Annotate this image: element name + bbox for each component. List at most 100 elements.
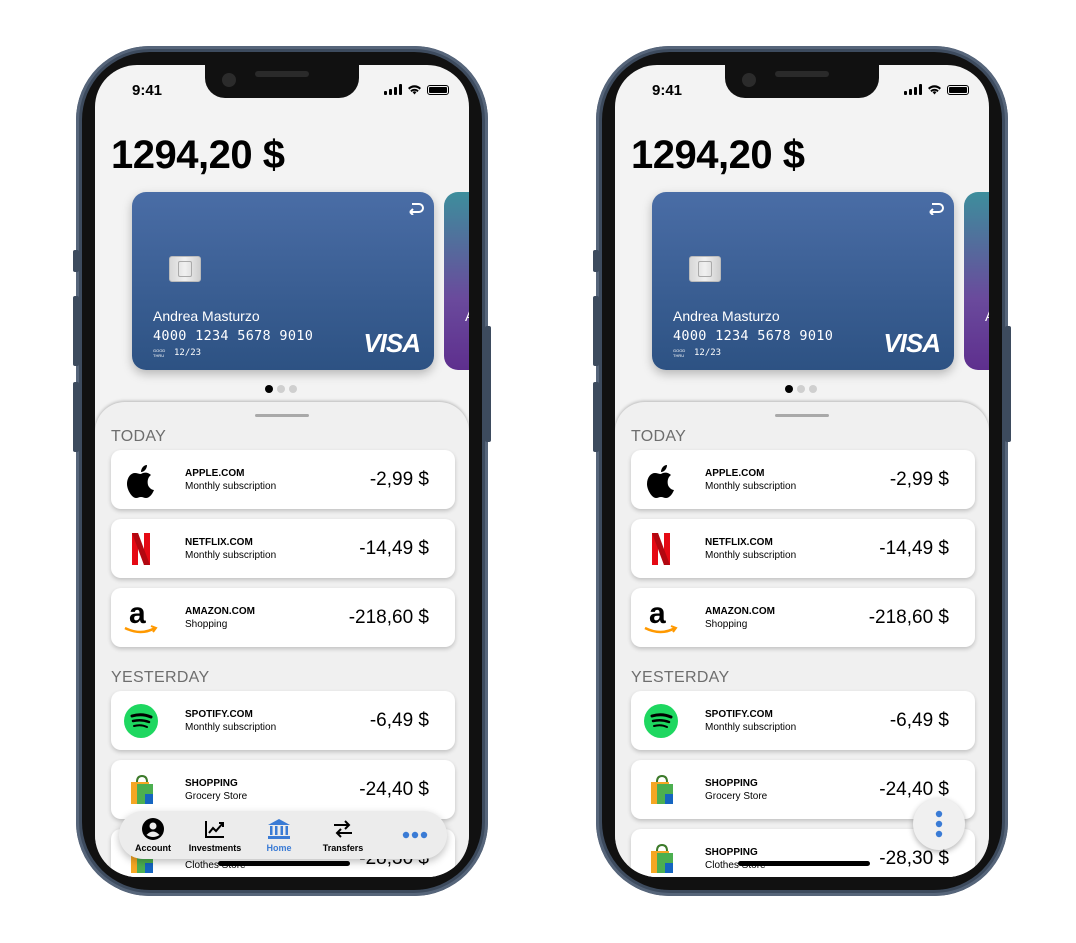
notch xyxy=(205,65,359,98)
bank-icon xyxy=(249,817,309,841)
section-yesterday: YESTERDAY xyxy=(631,669,730,686)
page-dot[interactable] xyxy=(809,385,817,393)
tab-home[interactable]: Home xyxy=(249,817,309,853)
transaction-row[interactable]: a AMAZON.COM Shopping -218,60 $ xyxy=(111,588,455,647)
merchant-name: AMAZON.COM xyxy=(705,606,775,617)
status-time: 9:41 xyxy=(652,82,683,99)
tab-investments[interactable]: Investments xyxy=(185,817,245,853)
volume-up-button xyxy=(593,296,599,366)
transaction-description: Grocery Store xyxy=(705,791,768,802)
card-brand: VISA xyxy=(363,328,421,358)
wifi-icon xyxy=(408,85,421,95)
transaction-amount: -2,99 $ xyxy=(889,469,949,490)
page-dot[interactable] xyxy=(265,385,273,393)
transaction-row[interactable]: SPOTIFY.COM Monthly subscription -6,49 $ xyxy=(111,691,455,750)
transaction-row[interactable]: NETFLIX.COM Monthly subscription -14,49 … xyxy=(111,519,455,578)
card-number: 4000 1234 5678 9010 xyxy=(153,328,314,344)
volume-down-button xyxy=(73,382,79,452)
card-pager xyxy=(265,385,297,393)
card-chip-icon xyxy=(169,256,201,282)
power-button xyxy=(1005,326,1011,442)
shopping-bag-icon xyxy=(643,770,679,810)
power-button xyxy=(485,326,491,442)
section-today: TODAY xyxy=(631,428,687,445)
balance-amount: 1294,20 $ xyxy=(111,133,285,177)
notch xyxy=(725,65,879,98)
transaction-amount: -28,30 $ xyxy=(879,848,949,869)
transaction-description: Shopping xyxy=(185,619,228,630)
signal-icon xyxy=(384,84,402,95)
more-horizontal-icon xyxy=(385,823,445,847)
amazon-logo-icon: a xyxy=(123,598,159,638)
merchant-name: AMAZON.COM xyxy=(185,606,255,617)
transaction-row[interactable]: APPLE.COM Monthly subscription -2,99 $ xyxy=(111,450,455,509)
card-chip-icon xyxy=(689,256,721,282)
status-time: 9:41 xyxy=(132,82,163,99)
transaction-description: Monthly subscription xyxy=(185,481,277,492)
status-icons xyxy=(384,84,449,95)
netflix-logo-icon xyxy=(123,529,159,569)
merchant-name: APPLE.COM xyxy=(185,468,245,479)
transaction-amount: -6,49 $ xyxy=(889,710,949,731)
phone-left: 9:41 1294,20 $ Andrea Masturzo 4000 1234… xyxy=(73,46,491,896)
battery-icon xyxy=(947,84,969,95)
transaction-row[interactable]: SPOTIFY.COM Monthly subscription -6,49 $ xyxy=(631,691,975,750)
spotify-logo-icon xyxy=(123,701,159,741)
transaction-amount: -218,60 $ xyxy=(348,607,429,628)
next-card[interactable]: A xyxy=(964,192,989,370)
home-indicator xyxy=(738,861,870,866)
card-number: 4000 1234 5678 9010 xyxy=(673,328,834,344)
mute-switch xyxy=(73,250,79,272)
more-button[interactable] xyxy=(385,823,445,847)
transaction-description: Grocery Store xyxy=(185,791,248,802)
section-yesterday: YESTERDAY xyxy=(111,669,210,686)
page-dot[interactable] xyxy=(785,385,793,393)
amazon-logo-icon: a xyxy=(643,598,679,638)
transaction-amount: -218,60 $ xyxy=(868,607,949,628)
sheet-grip-handle[interactable] xyxy=(255,414,309,417)
apple-logo-icon xyxy=(643,460,679,500)
card-pager xyxy=(785,385,817,393)
phone-right: 9:41 1294,20 $ Andrea Masturzo 4000 1234… xyxy=(593,46,1011,896)
transaction-description: Monthly subscription xyxy=(705,550,797,561)
transactions-sheet: TODAY APPLE.COM Monthly subscription -2,… xyxy=(95,402,469,877)
shopping-bag-icon xyxy=(643,839,679,877)
sheet-grip-handle[interactable] xyxy=(775,414,829,417)
svg-text:a: a xyxy=(649,599,666,630)
contactless-icon xyxy=(409,203,424,215)
battery-icon xyxy=(427,84,449,95)
next-card-holder: A xyxy=(465,308,469,324)
credit-card[interactable]: Andrea Masturzo 4000 1234 5678 9010 GOOD… xyxy=(652,192,954,370)
mute-switch xyxy=(593,250,599,272)
tab-label: Home xyxy=(266,843,292,853)
credit-card[interactable]: Andrea Masturzo 4000 1234 5678 9010 GOOD… xyxy=(132,192,434,370)
merchant-name: APPLE.COM xyxy=(705,468,765,479)
merchant-name: SHOPPING xyxy=(705,778,758,789)
chart-line-icon xyxy=(185,817,245,841)
volume-down-button xyxy=(593,382,599,452)
more-vertical-icon xyxy=(935,810,943,838)
tab-label: Account xyxy=(135,843,171,853)
more-fab-button[interactable] xyxy=(913,798,965,850)
card-holder: Andrea Masturzo xyxy=(153,308,260,324)
page-dot[interactable] xyxy=(289,385,297,393)
transaction-row[interactable]: a AMAZON.COM Shopping -218,60 $ xyxy=(631,588,975,647)
signal-icon xyxy=(904,84,922,95)
home-indicator xyxy=(218,861,350,866)
next-card[interactable]: A xyxy=(444,192,469,370)
status-icons xyxy=(904,84,969,95)
transaction-amount: -2,99 $ xyxy=(369,469,429,490)
card-expiry: 12/23 xyxy=(694,348,722,358)
apple-logo-icon xyxy=(123,460,159,500)
transfer-arrows-icon xyxy=(313,817,373,841)
tab-transfers[interactable]: Transfers xyxy=(313,817,373,853)
transaction-description: Monthly subscription xyxy=(705,722,797,733)
transaction-row[interactable]: APPLE.COM Monthly subscription -2,99 $ xyxy=(631,450,975,509)
merchant-name: NETFLIX.COM xyxy=(705,537,773,548)
section-today: TODAY xyxy=(111,428,167,445)
page-dot[interactable] xyxy=(277,385,285,393)
page-dot[interactable] xyxy=(797,385,805,393)
tab-account[interactable]: Account xyxy=(123,817,183,853)
transaction-row[interactable]: NETFLIX.COM Monthly subscription -14,49 … xyxy=(631,519,975,578)
spotify-logo-icon xyxy=(643,701,679,741)
